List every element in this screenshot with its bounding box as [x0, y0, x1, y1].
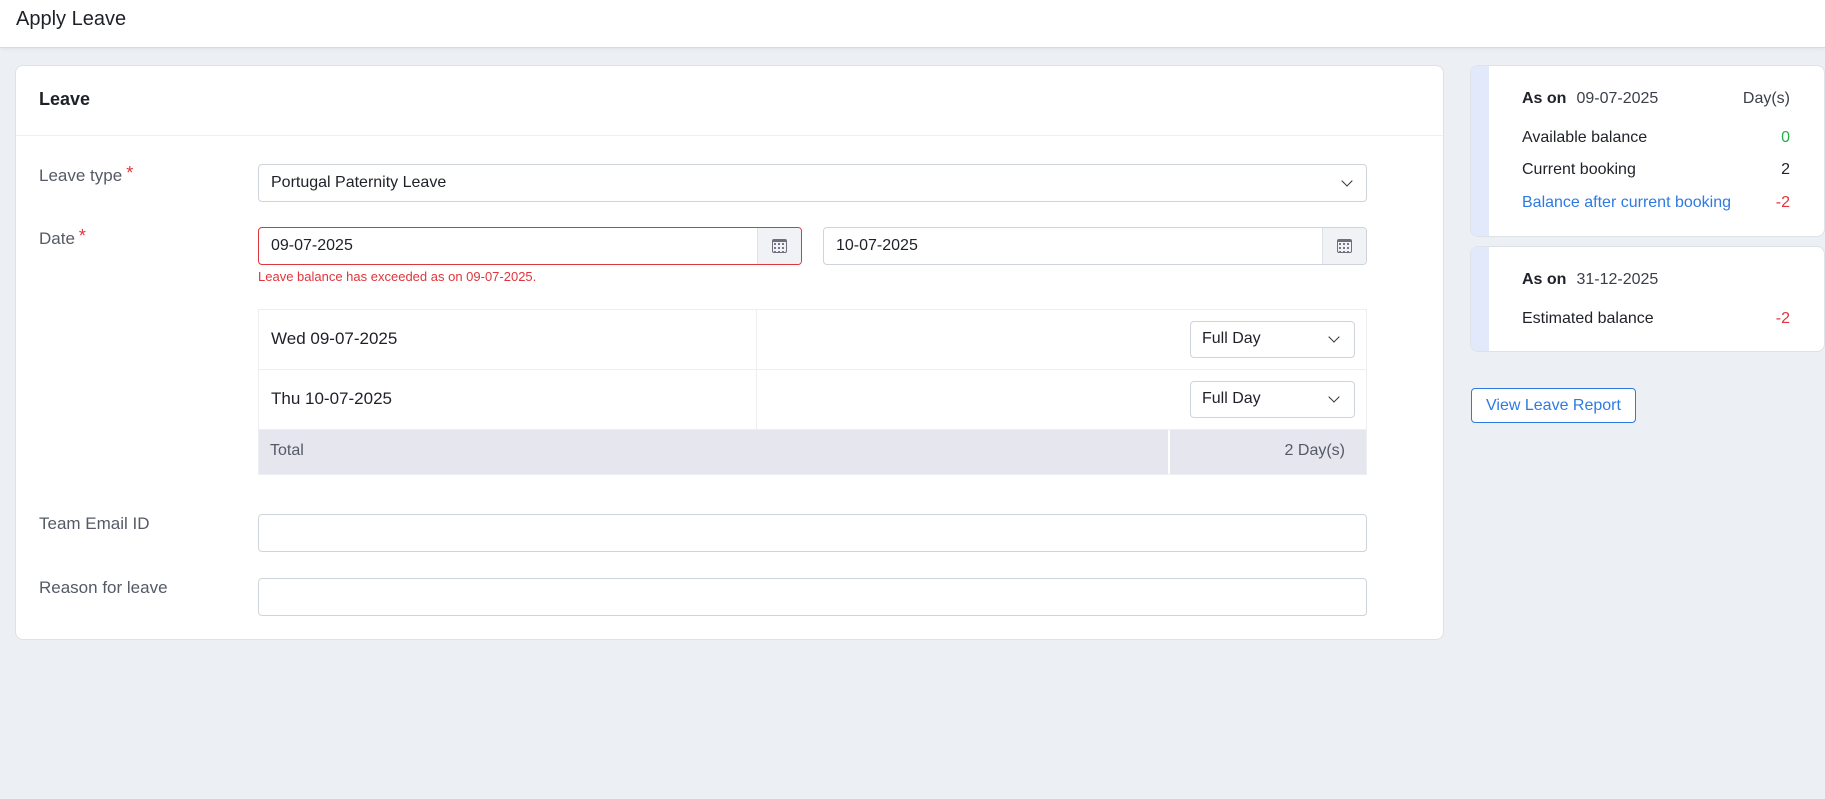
estimated-balance-row: Estimated balance -2: [1522, 310, 1790, 328]
as-on-row: As on 09-07-2025 Day(s): [1522, 90, 1790, 108]
total-label: Total: [270, 442, 304, 459]
column-divider: [1168, 430, 1170, 474]
as-on-row: As on 31-12-2025: [1522, 271, 1790, 289]
balance-card-current: As on 09-07-2025 Day(s) Available balance…: [1470, 65, 1825, 237]
as-on-date: 31-12-2025: [1576, 271, 1659, 288]
page-title: Apply Leave: [16, 8, 127, 30]
date-from-calendar-button[interactable]: [757, 228, 801, 264]
current-booking-value: 2: [1781, 161, 1790, 178]
team-email-label: Team Email ID: [39, 514, 150, 533]
top-bar: Apply Leave: [0, 0, 1825, 48]
card-title: Leave: [39, 89, 91, 109]
current-booking-row: Current booking 2: [1522, 161, 1790, 179]
table-row: Thu 10-07-2025 Full Day: [259, 370, 1366, 430]
date-to-field[interactable]: 10-07-2025: [823, 227, 1367, 265]
day-session-select[interactable]: Full Day: [1190, 381, 1355, 418]
date-from-field[interactable]: 09-07-2025: [258, 227, 802, 265]
day-label: Wed 09-07-2025: [271, 329, 398, 348]
balance-after-booking-row: Balance after current booking -2: [1522, 194, 1790, 212]
available-balance-row: Available balance 0: [1522, 129, 1790, 147]
reason-label: Reason for leave: [39, 578, 168, 597]
date-to-value: 10-07-2025: [836, 237, 918, 254]
reason-field[interactable]: [258, 578, 1367, 616]
available-balance-value: 0: [1781, 129, 1790, 146]
chevron-down-icon: [1328, 331, 1340, 343]
balance-after-booking-link[interactable]: Balance after current booking: [1522, 194, 1731, 211]
leave-type-label-text: Leave type: [39, 166, 123, 185]
estimated-balance-value: -2: [1775, 310, 1790, 327]
leave-form-card: Leave Leave type * Portugal Paternity Lea…: [15, 65, 1444, 640]
days-table: Wed 09-07-2025 Full Day Thu 10-07-2025 F…: [258, 309, 1367, 475]
total-row: Total 2 Day(s): [259, 430, 1366, 474]
chevron-down-icon: [1328, 391, 1340, 403]
card-accent-strip: [1471, 247, 1489, 351]
card-accent-strip: [1471, 66, 1489, 236]
date-to-calendar-button[interactable]: [1322, 228, 1366, 264]
balance-after-booking-value: -2: [1775, 194, 1790, 211]
column-divider: [756, 370, 757, 429]
available-balance-label: Available balance: [1522, 129, 1648, 146]
table-row: Wed 09-07-2025 Full Day: [259, 310, 1366, 370]
required-mark: *: [126, 163, 134, 183]
as-on-label: As on: [1522, 271, 1567, 288]
estimated-balance-label: Estimated balance: [1522, 310, 1654, 327]
date-label-text: Date: [39, 229, 75, 248]
day-session-value: Full Day: [1202, 390, 1261, 407]
day-label: Thu 10-07-2025: [271, 389, 392, 408]
card-header: Leave: [16, 66, 1443, 136]
view-leave-report-button[interactable]: View Leave Report: [1471, 388, 1636, 423]
date-label: Date *: [39, 226, 86, 249]
day-session-select[interactable]: Full Day: [1190, 321, 1355, 358]
balance-card-estimated: As on 31-12-2025 Estimated balance -2: [1470, 246, 1825, 352]
unit-label: Day(s): [1742, 90, 1790, 107]
team-email-field[interactable]: [258, 514, 1367, 552]
total-value: 2 Day(s): [1284, 442, 1345, 459]
date-error-message: Leave balance has exceeded as on 09-07-2…: [258, 269, 537, 284]
required-mark: *: [78, 226, 86, 246]
calendar-icon: [772, 239, 787, 253]
calendar-icon: [1337, 239, 1352, 253]
current-booking-label: Current booking: [1522, 161, 1636, 178]
day-session-value: Full Day: [1202, 330, 1261, 347]
date-from-value: 09-07-2025: [271, 237, 353, 254]
chevron-down-icon: [1341, 175, 1353, 187]
leave-type-value: Portugal Paternity Leave: [271, 174, 447, 191]
as-on-label: As on: [1522, 90, 1567, 107]
column-divider: [756, 310, 757, 369]
leave-type-label: Leave type *: [39, 163, 134, 186]
as-on-date: 09-07-2025: [1576, 90, 1659, 107]
leave-type-select[interactable]: Portugal Paternity Leave: [258, 164, 1367, 202]
